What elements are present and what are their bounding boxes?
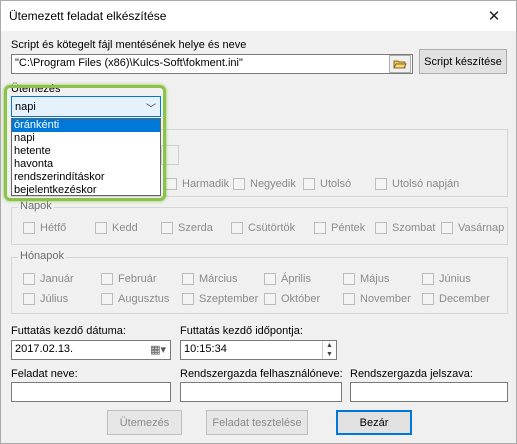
- checkbox-week-4[interactable]: Negyedik: [233, 178, 296, 190]
- checkbox-thursday[interactable]: Csütörtök: [231, 222, 295, 234]
- start-time-value: 10:15:34: [184, 343, 227, 355]
- checkbox-label: Péntek: [331, 222, 366, 234]
- checkbox-label: Negyedik: [250, 178, 296, 190]
- checkbox-label: Augusztus: [118, 293, 170, 305]
- checkbox-month[interactable]: Március: [182, 273, 238, 285]
- admin-user-input[interactable]: [180, 382, 342, 402]
- dropdown-option[interactable]: bejelentkezéskor: [12, 184, 160, 197]
- time-spinner-icon[interactable]: ▲ ▼: [322, 341, 336, 359]
- checkbox-month[interactable]: Február: [101, 273, 157, 285]
- checkbox-label: Április: [281, 273, 311, 285]
- start-date-picker[interactable]: 2017.02.13. ▦▾: [11, 340, 171, 360]
- dropdown-option[interactable]: hetente: [12, 145, 160, 158]
- checkbox-label: Utolsó napján: [392, 178, 460, 190]
- checkbox-week-last[interactable]: Utolsó: [303, 178, 351, 190]
- checkbox-month[interactable]: Május: [343, 273, 389, 285]
- checkbox-label: Hétfő: [40, 222, 67, 234]
- schedule-button[interactable]: Ütemezés: [107, 410, 182, 435]
- dropdown-option[interactable]: napi: [12, 132, 160, 145]
- checkbox-week-3[interactable]: Harmadik: [165, 178, 229, 190]
- checkbox-month[interactable]: December: [422, 293, 490, 305]
- checkbox-label: December: [439, 293, 490, 305]
- checkbox-label: Szeptember: [199, 293, 259, 305]
- checkbox-label: Február: [118, 273, 157, 285]
- checkbox-month[interactable]: Június: [422, 273, 471, 285]
- checkbox-label: Május: [360, 273, 390, 285]
- folder-open-icon: [393, 60, 407, 69]
- checkbox-month[interactable]: Október: [264, 293, 320, 305]
- checkbox-month[interactable]: Április: [264, 273, 311, 285]
- browse-button[interactable]: [389, 55, 411, 73]
- checkbox-month[interactable]: November: [343, 293, 411, 305]
- schedule-combobox[interactable]: napi ﹀: [11, 96, 161, 117]
- task-name-label: Feladat neve:: [11, 368, 78, 380]
- test-task-button[interactable]: Feladat tesztelése: [206, 410, 308, 435]
- window-title: Ütemezett feladat elkészítése: [9, 9, 167, 23]
- start-time-label: Futtatás kezdő időpontja:: [180, 325, 303, 337]
- months-groupbox: Hónapok: [11, 250, 508, 314]
- checkbox-sunday[interactable]: Vasárnap: [441, 222, 504, 234]
- checkbox-label: Október: [281, 293, 321, 305]
- checkbox-month[interactable]: Július: [23, 293, 68, 305]
- task-name-input[interactable]: [11, 382, 171, 402]
- checkbox-label: Utolsó: [320, 178, 352, 190]
- checkbox-monday[interactable]: Hétfő: [23, 222, 66, 234]
- checkbox-month[interactable]: Szeptember: [182, 293, 258, 305]
- schedule-selected: napi: [15, 100, 36, 113]
- checkbox-label: Harmadik: [182, 178, 230, 190]
- title-bar: Ütemezett feladat elkészítése ✕: [1, 1, 516, 31]
- checkbox-wednesday[interactable]: Szerda: [161, 222, 213, 234]
- start-time-field[interactable]: 10:15:34 ▲ ▼: [180, 340, 337, 360]
- chevron-down-icon[interactable]: ﹀: [146, 100, 156, 115]
- checkbox-label: Június: [439, 273, 471, 285]
- checkbox-label: Szerda: [178, 222, 213, 234]
- checkbox-month[interactable]: Január: [23, 273, 74, 285]
- create-script-button[interactable]: Script készítése: [419, 49, 507, 74]
- admin-pass-input[interactable]: [350, 382, 508, 402]
- checkbox-label: Szombat: [392, 222, 436, 234]
- checkbox-label: Csütörtök: [248, 222, 296, 234]
- checkbox-label: Vasárnap: [458, 222, 505, 234]
- checkbox-label: November: [360, 293, 411, 305]
- script-path-field[interactable]: "C:\Program Files (x86)\Kulcs-Soft\fokme…: [11, 54, 413, 74]
- dropdown-option[interactable]: rendszerindításkor: [12, 171, 160, 184]
- script-path-value: "C:\Program Files (x86)\Kulcs-Soft\fokme…: [15, 57, 243, 69]
- schedule-dropdown-list: óránkénti napi hetente havonta rendszeri…: [11, 118, 161, 196]
- script-path-label: Script és kötegelt fájl mentésének helye…: [11, 39, 247, 51]
- checkbox-label: Július: [40, 293, 69, 305]
- checkbox-label: Március: [199, 273, 238, 285]
- dialog-window: Ütemezett feladat elkészítése ✕ Script é…: [0, 0, 517, 444]
- admin-user-label: Rendszergazda felhasználóneve:: [180, 368, 343, 380]
- start-date-value: 2017.02.13.: [15, 343, 74, 355]
- checkbox-last-day[interactable]: Utolsó napján: [375, 178, 459, 190]
- calendar-icon[interactable]: ▦▾: [150, 343, 166, 356]
- days-title: Napok: [18, 200, 54, 212]
- checkbox-label: Január: [40, 273, 74, 285]
- close-icon[interactable]: ✕: [472, 1, 516, 31]
- checkbox-month[interactable]: Augusztus: [101, 293, 169, 305]
- dropdown-option[interactable]: óránkénti: [12, 119, 160, 132]
- admin-pass-label: Rendszergazda jelszava:: [350, 368, 473, 380]
- close-button[interactable]: Bezár: [336, 410, 412, 435]
- start-date-label: Futtatás kezdő dátuma:: [11, 325, 126, 337]
- checkbox-label: Kedd: [112, 222, 138, 234]
- dropdown-option[interactable]: havonta: [12, 158, 160, 171]
- checkbox-tuesday[interactable]: Kedd: [95, 222, 138, 234]
- checkbox-friday[interactable]: Péntek: [314, 222, 365, 234]
- months-title: Hónapok: [18, 250, 67, 262]
- checkbox-saturday[interactable]: Szombat: [375, 222, 435, 234]
